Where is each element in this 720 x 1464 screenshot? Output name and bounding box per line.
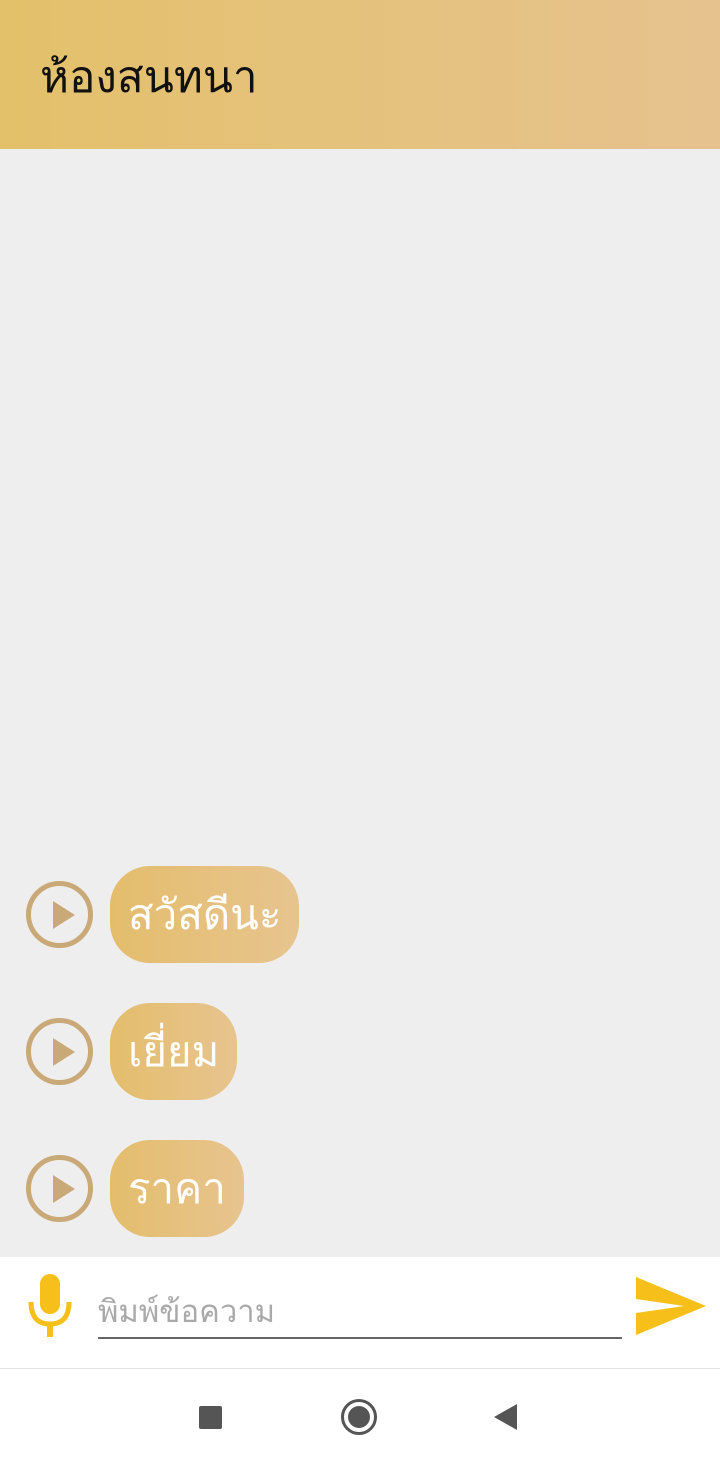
play-icon[interactable] bbox=[26, 1155, 93, 1222]
message-composer bbox=[0, 1257, 720, 1369]
chat-message-list[interactable]: สวัสดีนะ เยี่ยม ราคา bbox=[0, 149, 720, 1257]
message-input[interactable] bbox=[98, 1287, 622, 1339]
back-triangle-icon[interactable] bbox=[494, 1404, 517, 1430]
system-navigation-bar bbox=[0, 1369, 720, 1464]
play-icon[interactable] bbox=[26, 881, 93, 948]
message-row: เยี่ยม bbox=[26, 1003, 238, 1100]
microphone-icon[interactable] bbox=[26, 1274, 74, 1338]
app-header: ห้องสนทนา bbox=[0, 0, 720, 149]
message-bubble[interactable]: ราคา bbox=[110, 1140, 244, 1237]
message-bubble[interactable]: สวัสดีนะ bbox=[110, 866, 300, 963]
message-row: ราคา bbox=[26, 1140, 244, 1237]
play-icon[interactable] bbox=[26, 1018, 93, 1085]
recents-square-icon[interactable] bbox=[199, 1406, 222, 1429]
send-icon[interactable] bbox=[634, 1275, 708, 1337]
page-title: ห้องสนทนา bbox=[40, 52, 258, 103]
home-circle-icon[interactable] bbox=[341, 1399, 377, 1435]
message-row: สวัสดีนะ bbox=[26, 866, 300, 963]
message-bubble[interactable]: เยี่ยม bbox=[110, 1003, 238, 1100]
